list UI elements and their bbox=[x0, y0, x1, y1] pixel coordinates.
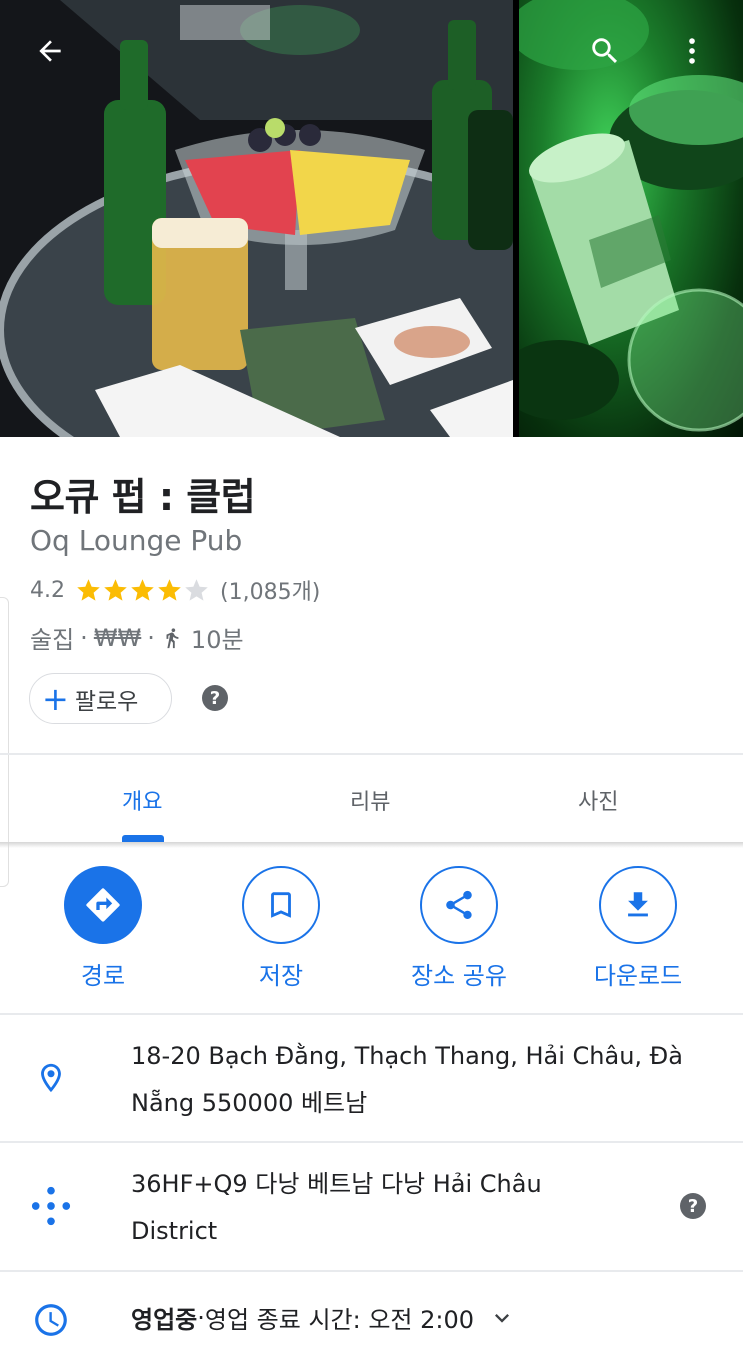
star-filled-icon bbox=[104, 578, 127, 601]
plus-code-line: 36HF+Q9 다낭 베트남 다낭 Hải Châu bbox=[131, 1170, 542, 1198]
directions-circle bbox=[64, 866, 142, 944]
save-label: 저장 bbox=[258, 962, 304, 990]
hours-separator: · bbox=[197, 1303, 205, 1332]
tab-overview[interactable]: 개요 bbox=[122, 784, 162, 816]
hours-row[interactable]: 영업중 · 영업 종료 시간: 오전 2:00 bbox=[131, 1300, 516, 1335]
share-label: 장소 공유 bbox=[411, 962, 507, 990]
download-icon bbox=[628, 892, 648, 917]
plus-code-icon bbox=[31, 1186, 71, 1226]
share-circle bbox=[420, 866, 498, 944]
save-circle bbox=[242, 866, 320, 944]
share-button[interactable]: 장소 공유 bbox=[399, 866, 519, 991]
place-title: 오큐 펍 : 클럽 bbox=[30, 475, 256, 519]
directions-icon bbox=[86, 888, 120, 922]
directions-label: 경로 bbox=[80, 962, 126, 990]
plus-code-help-icon[interactable]: ? bbox=[680, 1193, 706, 1219]
plus-icon: + bbox=[42, 679, 69, 718]
search-icon bbox=[592, 38, 618, 64]
download-circle bbox=[599, 866, 677, 944]
active-tab-indicator bbox=[122, 835, 164, 842]
divider bbox=[0, 1270, 743, 1272]
follow-button[interactable]: + 팔로우 bbox=[29, 673, 172, 724]
more-vert-icon bbox=[689, 38, 695, 64]
download-button[interactable]: 다운로드 bbox=[578, 866, 698, 991]
bookmark-icon bbox=[271, 892, 291, 918]
address-line: 18-20 Bạch Đằng, Thạch Thang, Hải Châu, … bbox=[131, 1042, 683, 1070]
place-subtitle: Oq Lounge Pub bbox=[30, 524, 243, 557]
meta-separator: · bbox=[147, 623, 155, 652]
tab-reviews[interactable]: 리뷰 bbox=[350, 784, 390, 816]
place-meta: 술집 · ₩₩ · 10분 bbox=[30, 620, 244, 655]
plus-code-line: District bbox=[131, 1217, 218, 1245]
address-row[interactable]: 18-20 Bạch Đằng, Thạch Thang, Hải Châu, … bbox=[131, 1033, 691, 1127]
rating-summary[interactable]: 4.2 (1,085개) bbox=[30, 574, 320, 606]
divider bbox=[0, 753, 743, 755]
meta-separator: · bbox=[80, 623, 88, 652]
directions-button[interactable]: 경로 bbox=[43, 866, 163, 991]
address-row-icon bbox=[30, 1055, 72, 1101]
download-label: 다운로드 bbox=[593, 962, 683, 990]
save-button[interactable]: 저장 bbox=[221, 866, 341, 991]
tab-photos[interactable]: 사진 bbox=[578, 784, 618, 816]
walking-icon bbox=[166, 627, 179, 648]
rating-value: 4.2 bbox=[30, 577, 65, 603]
search-button[interactable] bbox=[577, 23, 633, 79]
divider bbox=[0, 1013, 743, 1015]
more-options-button[interactable] bbox=[664, 23, 720, 79]
place-category: 술집 bbox=[30, 626, 75, 654]
review-count: (1,085개) bbox=[220, 580, 321, 605]
back-button[interactable] bbox=[22, 23, 78, 79]
plus-code-row-icon bbox=[30, 1184, 72, 1228]
closing-time: 영업 종료 시간: 오전 2:00 bbox=[204, 1306, 475, 1334]
walk-time: 10분 bbox=[190, 626, 244, 654]
star-filled-icon bbox=[131, 578, 154, 601]
star-empty-icon bbox=[185, 578, 208, 601]
open-status: 영업중 bbox=[131, 1306, 198, 1334]
help-icon[interactable]: ? bbox=[202, 685, 228, 711]
chevron-down-icon[interactable] bbox=[488, 1304, 516, 1332]
tab-bar-shadow bbox=[0, 842, 743, 848]
location-pin-icon bbox=[41, 1063, 61, 1093]
rating-stars bbox=[75, 577, 210, 604]
divider bbox=[0, 1141, 743, 1143]
arrow-back-icon bbox=[39, 40, 61, 62]
plus-code-row[interactable]: 36HF+Q9 다낭 베트남 다낭 Hải Châu District bbox=[131, 1161, 691, 1255]
star-filled-icon bbox=[158, 578, 181, 601]
share-icon bbox=[446, 890, 472, 920]
photo-carousel[interactable] bbox=[0, 0, 743, 437]
star-filled-icon bbox=[77, 578, 100, 601]
address-line: Nẵng 550000 베트남 bbox=[131, 1089, 368, 1117]
clock-icon bbox=[35, 1304, 67, 1336]
hours-row-icon bbox=[30, 1300, 72, 1340]
price-level: ₩₩ bbox=[93, 623, 142, 652]
follow-label: 팔로우 bbox=[74, 688, 139, 715]
